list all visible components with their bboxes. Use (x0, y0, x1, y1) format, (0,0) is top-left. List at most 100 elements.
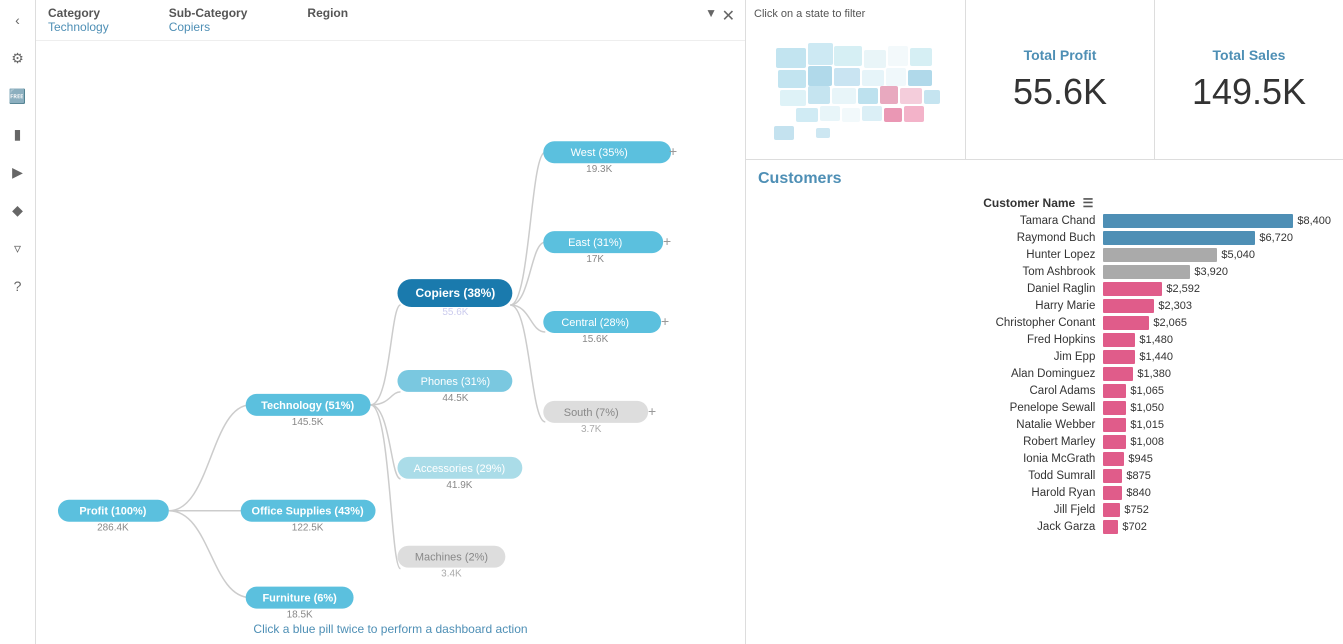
paint-icon[interactable]: 🆓 (6, 84, 30, 108)
south-plus[interactable]: + (648, 403, 656, 419)
table-row[interactable]: Fred Hopkins $1,480 (754, 331, 1335, 348)
total-sales-label: Total Sales (1213, 47, 1286, 63)
close-icon[interactable]: ✕ (722, 6, 735, 26)
customer-name: Harry Marie (754, 297, 1099, 314)
network-diagram: Profit (100%) 286.4K Technology (51%) 14… (36, 41, 745, 635)
network-svg: Profit (100%) 286.4K Technology (51%) 14… (36, 41, 745, 635)
customers-table-wrap[interactable]: Customer Name ☰ Tamara Chand $8,400 Ra (746, 194, 1343, 634)
map-hint: Click on a state to filter (754, 8, 957, 20)
customer-name: Tamara Chand (754, 212, 1099, 229)
svg-text:Profit (100%): Profit (100%) (79, 506, 146, 518)
profit-bar (1103, 452, 1124, 466)
bar-cell: $752 (1099, 501, 1335, 518)
svg-text:286.4K: 286.4K (97, 523, 129, 534)
customer-name: Daniel Raglin (754, 280, 1099, 297)
collapse-icon[interactable]: ‹ (6, 8, 30, 32)
customer-name: Tom Ashbrook (754, 263, 1099, 280)
svg-text:15.6K: 15.6K (582, 334, 608, 345)
customer-name: Raymond Buch (754, 229, 1099, 246)
sidebar: ‹ ⚙ 🆓 ▮ ▶ ◆ ▿ ? (0, 0, 36, 644)
profit-bar (1103, 299, 1154, 313)
category-label: Category (48, 6, 109, 20)
svg-text:Furniture (6%): Furniture (6%) (262, 593, 337, 605)
table-row[interactable]: Harry Marie $2,303 (754, 297, 1335, 314)
central-plus[interactable]: + (661, 313, 669, 329)
svg-text:West (35%): West (35%) (571, 147, 628, 159)
table-row[interactable]: Penelope Sewall $1,050 (754, 399, 1335, 416)
table-row[interactable]: Todd Sumrall $875 (754, 467, 1335, 484)
bar-cell: $1,480 (1099, 331, 1335, 348)
profit-bar (1103, 503, 1120, 517)
map-card: Click on a state to filter (746, 0, 966, 159)
panel-header: Category Technology Sub-Category Copiers… (36, 0, 745, 41)
profit-bar (1103, 418, 1126, 432)
folder-icon[interactable]: ▮ (6, 122, 30, 146)
table-row[interactable]: Natalie Webber $1,015 (754, 416, 1335, 433)
subcategory-label: Sub-Category (169, 6, 248, 20)
customer-name: Alan Dominguez (754, 365, 1099, 382)
customer-name: Fred Hopkins (754, 331, 1099, 348)
east-plus[interactable]: + (663, 233, 671, 249)
table-row[interactable]: Tamara Chand $8,400 (754, 212, 1335, 229)
bar-cell: $1,050 (1099, 399, 1335, 416)
west-plus[interactable]: + (669, 143, 677, 159)
question-icon[interactable]: ? (6, 274, 30, 298)
customer-name-header: Customer Name ☰ (754, 194, 1099, 212)
filter-icon[interactable]: ▿ (6, 236, 30, 260)
profit-bar (1103, 265, 1190, 279)
table-row[interactable]: Hunter Lopez $5,040 (754, 246, 1335, 263)
svg-text:Machines (2%): Machines (2%) (415, 552, 488, 564)
svg-text:55.6K: 55.6K (442, 307, 468, 318)
svg-text:44.5K: 44.5K (442, 393, 468, 404)
table-row[interactable]: Harold Ryan $840 (754, 484, 1335, 501)
customer-name: Jack Garza (754, 518, 1099, 535)
left-panel: Category Technology Sub-Category Copiers… (36, 0, 746, 644)
bottom-hint: Click a blue pill twice to perform a das… (36, 622, 745, 636)
bar-cell: $2,592 (1099, 280, 1335, 297)
profit-bar (1103, 214, 1293, 228)
table-row[interactable]: Jack Garza $702 (754, 518, 1335, 535)
bar-value: $945 (1128, 453, 1152, 465)
bar-cell: $1,380 (1099, 365, 1335, 382)
bar-cell: $6,720 (1099, 229, 1335, 246)
bar-col-header (1099, 194, 1335, 212)
profit-bar (1103, 248, 1217, 262)
bar-cell: $3,920 (1099, 263, 1335, 280)
play-icon[interactable]: ▶ (6, 160, 30, 184)
bar-value: $840 (1126, 487, 1150, 499)
svg-text:19.3K: 19.3K (586, 164, 612, 175)
scroll-down-icon[interactable]: ▼ (705, 6, 717, 20)
gear-icon[interactable]: ⚙ (6, 46, 30, 70)
map-visual[interactable] (754, 24, 957, 151)
svg-text:17K: 17K (586, 254, 604, 265)
svg-text:18.5K: 18.5K (287, 610, 313, 621)
table-row[interactable]: Carol Adams $1,065 (754, 382, 1335, 399)
table-row[interactable]: Alan Dominguez $1,380 (754, 365, 1335, 382)
customer-name: Robert Marley (754, 433, 1099, 450)
customers-section: Customers Customer Name ☰ Tamar (746, 160, 1343, 644)
svg-text:East (31%): East (31%) (568, 237, 622, 249)
table-row[interactable]: Ionia McGrath $945 (754, 450, 1335, 467)
table-row[interactable]: Tom Ashbrook $3,920 (754, 263, 1335, 280)
filter-sort-icon[interactable]: ☰ (1083, 196, 1094, 210)
total-profit-value: 55.6K (1013, 71, 1107, 113)
svg-text:145.5K: 145.5K (292, 417, 324, 428)
kpi-row: Click on a state to filter (746, 0, 1343, 160)
bar-value: $2,065 (1153, 317, 1187, 329)
profit-bar (1103, 486, 1122, 500)
table-row[interactable]: Robert Marley $1,008 (754, 433, 1335, 450)
table-row[interactable]: Jill Fjeld $752 (754, 501, 1335, 518)
table-row[interactable]: Christopher Conant $2,065 (754, 314, 1335, 331)
table-row[interactable]: Jim Epp $1,440 (754, 348, 1335, 365)
svg-text:South (7%): South (7%) (564, 407, 619, 419)
subcategory-value: Copiers (169, 20, 248, 34)
subcategory-col: Sub-Category Copiers (169, 6, 248, 34)
table-row[interactable]: Raymond Buch $6,720 (754, 229, 1335, 246)
table-row[interactable]: Daniel Raglin $2,592 (754, 280, 1335, 297)
bar-cell: $945 (1099, 450, 1335, 467)
svg-text:3.4K: 3.4K (441, 569, 462, 580)
bar-value: $875 (1126, 470, 1150, 482)
diamond-icon[interactable]: ◆ (6, 198, 30, 222)
profit-bar (1103, 520, 1118, 534)
us-map[interactable] (766, 28, 946, 148)
